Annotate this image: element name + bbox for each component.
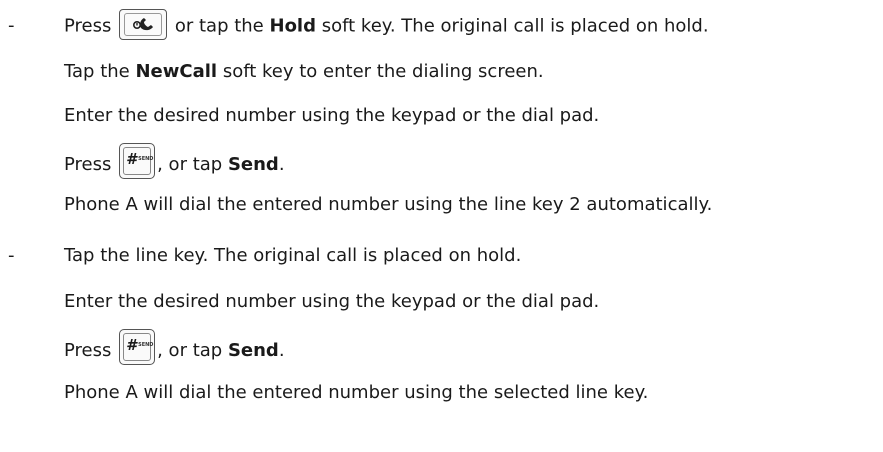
bullet-dash-2: - [8, 245, 15, 266]
or-tap-the-text: or tap the [174, 15, 264, 37]
hold-suffix-text: soft key. The original call is placed on… [321, 15, 709, 37]
step-result-1: Phone A will dial the entered number usi… [64, 194, 713, 215]
send-key-icon: # SEND [119, 329, 156, 365]
step-press-send-2: Press # SEND , or tap Send. [64, 329, 285, 365]
or-tap-text: , or tap [157, 154, 223, 175]
tap-the-text: Tap the [64, 61, 130, 82]
newcall-suffix-text: soft key to enter the dialing screen. [222, 61, 544, 82]
step-newcall: Tap the NewCall soft key to enter the di… [64, 57, 544, 87]
send-key-icon: # SEND [119, 143, 156, 179]
step-press-hold: Press or tap the Hold soft key. The orig… [64, 9, 709, 41]
press-text: Press [64, 15, 112, 37]
press-text: Press [64, 154, 112, 175]
step-enter-number-2: Enter the desired number using the keypa… [64, 291, 600, 312]
step-enter-number-1: Enter the desired number using the keypa… [64, 105, 600, 126]
step-result-2: Phone A will dial the entered number usi… [64, 382, 649, 403]
hold-key-icon [119, 9, 168, 40]
press-text: Press [64, 340, 112, 361]
hold-softkey-label: Hold [269, 15, 317, 37]
step-tap-line-key: Tap the line key. The original call is p… [64, 245, 522, 266]
bullet-dash-1: - [8, 15, 15, 36]
step-press-send-1: Press # SEND , or tap Send. [64, 143, 285, 179]
send-softkey-label: Send [227, 340, 279, 361]
or-tap-text: , or tap [157, 340, 223, 361]
send-softkey-label: Send [227, 154, 279, 175]
newcall-softkey-label: NewCall [135, 61, 218, 82]
